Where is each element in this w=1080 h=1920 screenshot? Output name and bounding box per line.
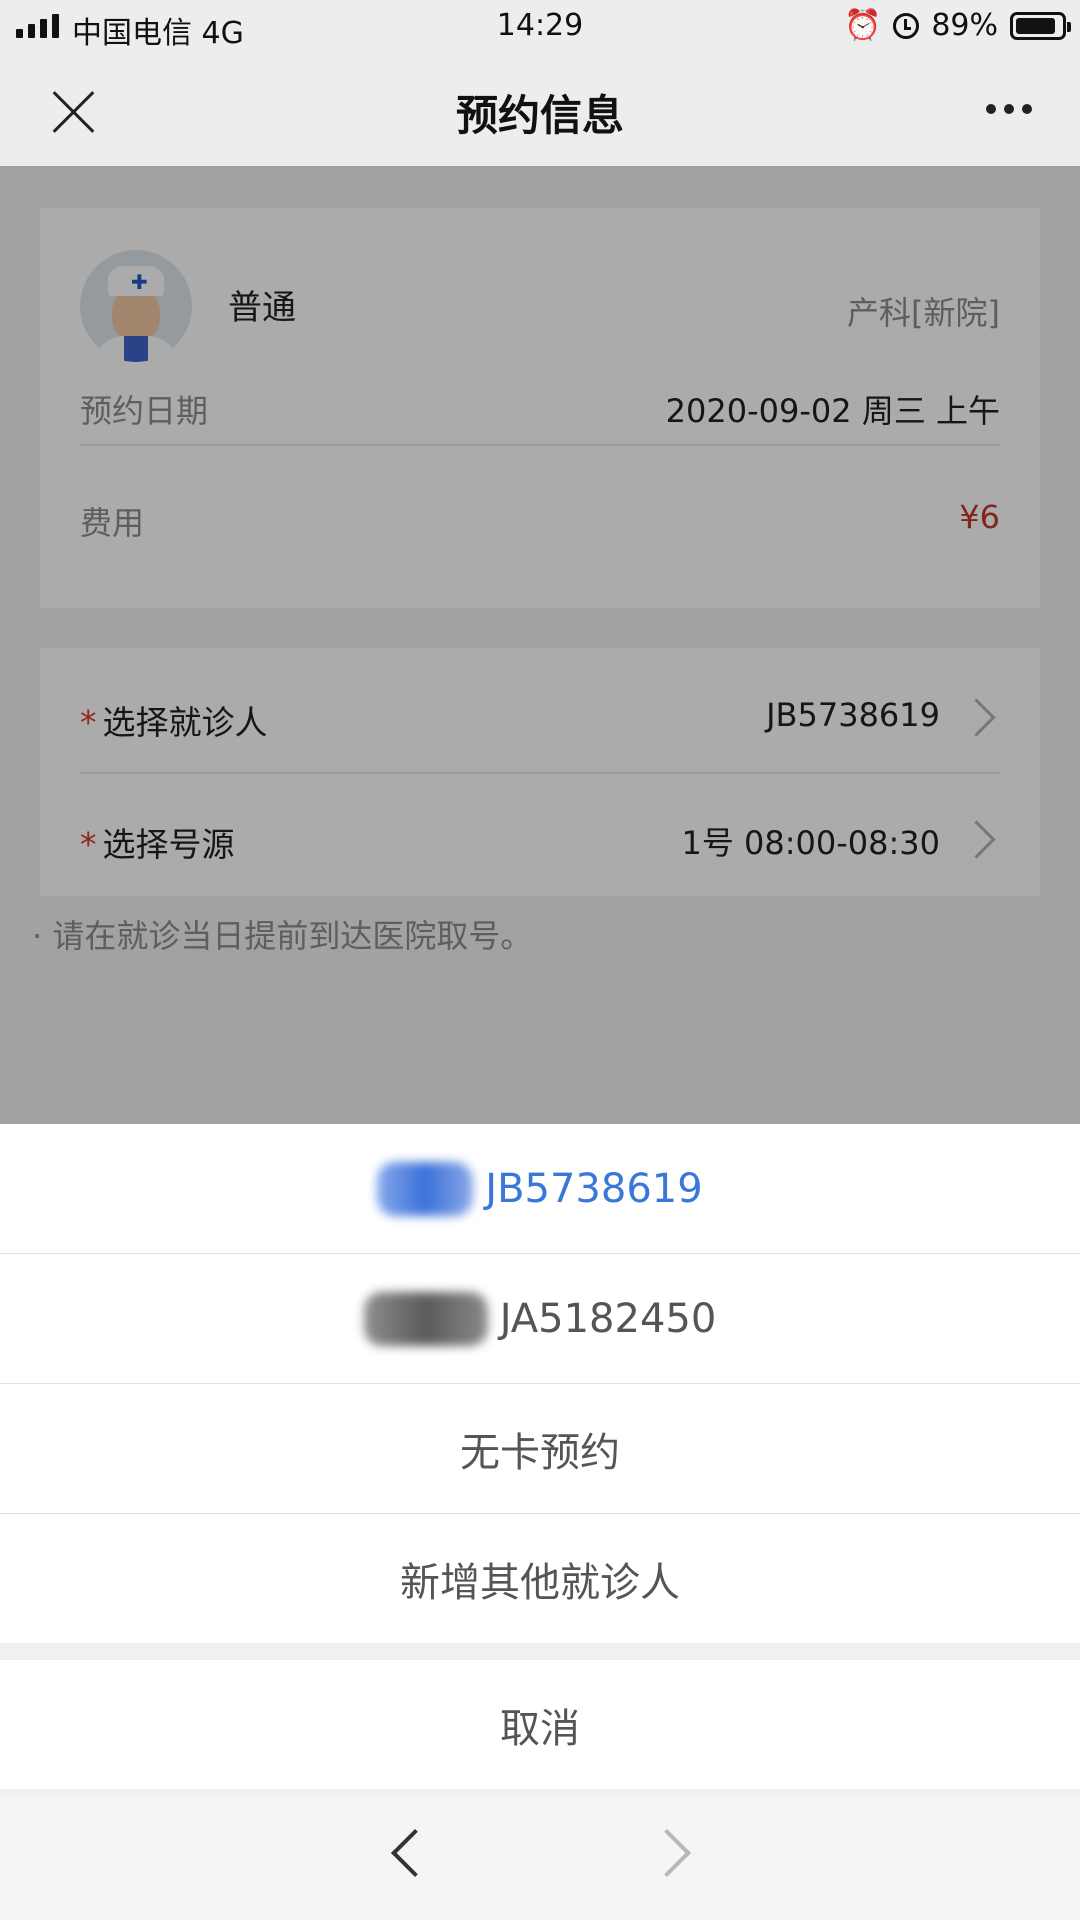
redacted-name [363, 1291, 488, 1346]
cancel-label: 取消 [500, 1705, 580, 1752]
option-label: 无卡预约 [460, 1429, 620, 1476]
alarm-icon: ⏰ [843, 8, 882, 43]
option-label: JA5182450 [499, 1295, 717, 1342]
action-sheet: JB5738619 JA5182450 无卡预约 新增其他就诊人 取消 [0, 1124, 1080, 1796]
battery-percent: 89% [931, 8, 998, 43]
status-bar: 中国电信 4G 14:29 ⏰ 89% [0, 0, 1080, 52]
forward-arrow-icon[interactable] [642, 1828, 692, 1878]
more-icon[interactable] [986, 104, 1032, 114]
option-label: 新增其他就诊人 [400, 1559, 680, 1606]
action-sheet-option-no-card[interactable]: 无卡预约 [0, 1384, 1080, 1514]
option-label: JB5738619 [485, 1165, 703, 1212]
rotation-lock-icon [893, 12, 920, 39]
action-sheet-option-patient-1[interactable]: JB5738619 [0, 1124, 1080, 1254]
battery-icon [1010, 11, 1071, 40]
action-sheet-option-add-patient[interactable]: 新增其他就诊人 [0, 1514, 1080, 1643]
page-title: 预约信息 [455, 91, 624, 140]
redacted-name [377, 1161, 474, 1216]
action-sheet-option-patient-2[interactable]: JA5182450 [0, 1254, 1080, 1384]
back-arrow-icon[interactable] [390, 1828, 440, 1878]
modal-overlay[interactable] [0, 166, 1080, 1124]
browser-bottom-bar [0, 1796, 1080, 1920]
nav-bar: 预约信息 [0, 52, 1080, 166]
status-right-group: ⏰ 89% [843, 8, 1071, 43]
cancel-button[interactable]: 取消 [0, 1660, 1080, 1789]
